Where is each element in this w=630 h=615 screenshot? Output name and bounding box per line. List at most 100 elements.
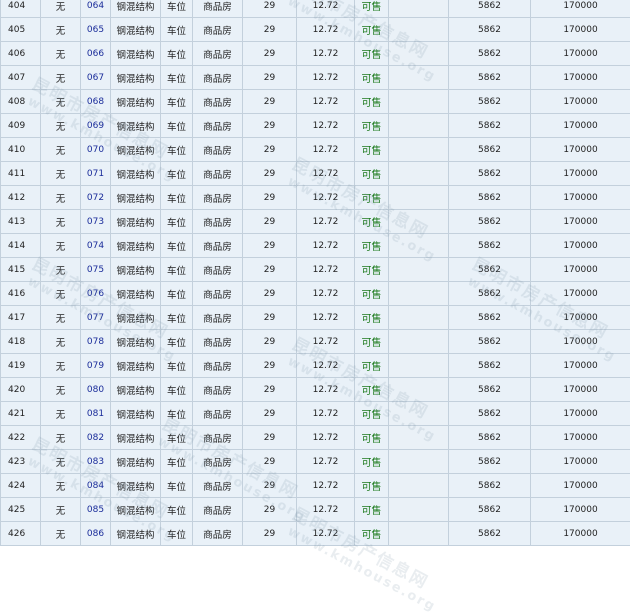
- structure-cell: 钢混结构: [111, 210, 161, 234]
- unit-cell: 无: [41, 138, 81, 162]
- structure-cell: 钢混结构: [111, 450, 161, 474]
- usage-cell: 车位: [161, 0, 193, 18]
- row-number: 411: [1, 162, 41, 186]
- usage-cell: 车位: [161, 186, 193, 210]
- status-cell: 可售: [355, 42, 389, 66]
- room-number-link[interactable]: 071: [81, 162, 111, 186]
- floor-cell: 29: [243, 162, 297, 186]
- room-number-link[interactable]: 081: [81, 402, 111, 426]
- unit-cell: 无: [41, 426, 81, 450]
- floor-cell: 29: [243, 426, 297, 450]
- floor-cell: 29: [243, 330, 297, 354]
- row-number: 404: [1, 0, 41, 18]
- area-cell: 12.72: [297, 426, 355, 450]
- property-type-cell: 商品房: [193, 402, 243, 426]
- total-price-cell: 170000: [531, 282, 630, 306]
- unit-price-cell: 5862: [449, 210, 531, 234]
- table-row: 406无066钢混结构车位商品房2912.72可售5862170000: [1, 42, 630, 66]
- room-number-link[interactable]: 075: [81, 258, 111, 282]
- unit-cell: 无: [41, 306, 81, 330]
- row-number: 416: [1, 282, 41, 306]
- unit-cell: 无: [41, 18, 81, 42]
- room-number-link[interactable]: 082: [81, 426, 111, 450]
- total-price-cell: 170000: [531, 162, 630, 186]
- status-cell: 可售: [355, 18, 389, 42]
- floor-cell: 29: [243, 210, 297, 234]
- usage-cell: 车位: [161, 162, 193, 186]
- room-number-link[interactable]: 072: [81, 186, 111, 210]
- structure-cell: 钢混结构: [111, 498, 161, 522]
- status-cell: 可售: [355, 402, 389, 426]
- usage-cell: 车位: [161, 522, 193, 546]
- blank-cell: [389, 162, 449, 186]
- usage-cell: 车位: [161, 114, 193, 138]
- status-cell: 可售: [355, 114, 389, 138]
- area-cell: 12.72: [297, 402, 355, 426]
- table-body: 404无064钢混结构车位商品房2912.72可售5862170000405无0…: [1, 0, 630, 546]
- row-number: 415: [1, 258, 41, 282]
- structure-cell: 钢混结构: [111, 426, 161, 450]
- status-cell: 可售: [355, 354, 389, 378]
- row-number: 418: [1, 330, 41, 354]
- unit-cell: 无: [41, 0, 81, 18]
- unit-cell: 无: [41, 66, 81, 90]
- area-cell: 12.72: [297, 114, 355, 138]
- usage-cell: 车位: [161, 378, 193, 402]
- unit-price-cell: 5862: [449, 306, 531, 330]
- blank-cell: [389, 234, 449, 258]
- property-type-cell: 商品房: [193, 138, 243, 162]
- total-price-cell: 170000: [531, 66, 630, 90]
- floor-cell: 29: [243, 474, 297, 498]
- room-number-link[interactable]: 076: [81, 282, 111, 306]
- area-cell: 12.72: [297, 282, 355, 306]
- unit-price-cell: 5862: [449, 282, 531, 306]
- room-number-link[interactable]: 067: [81, 66, 111, 90]
- area-cell: 12.72: [297, 450, 355, 474]
- property-type-cell: 商品房: [193, 426, 243, 450]
- structure-cell: 钢混结构: [111, 402, 161, 426]
- room-number-link[interactable]: 079: [81, 354, 111, 378]
- floor-cell: 29: [243, 18, 297, 42]
- floor-cell: 29: [243, 306, 297, 330]
- room-number-link[interactable]: 080: [81, 378, 111, 402]
- row-number: 424: [1, 474, 41, 498]
- area-cell: 12.72: [297, 210, 355, 234]
- total-price-cell: 170000: [531, 90, 630, 114]
- room-number-link[interactable]: 069: [81, 114, 111, 138]
- room-number-link[interactable]: 083: [81, 450, 111, 474]
- row-number: 425: [1, 498, 41, 522]
- row-number: 413: [1, 210, 41, 234]
- property-type-cell: 商品房: [193, 522, 243, 546]
- room-number-link[interactable]: 077: [81, 306, 111, 330]
- room-number-link[interactable]: 070: [81, 138, 111, 162]
- floor-cell: 29: [243, 114, 297, 138]
- total-price-cell: 170000: [531, 306, 630, 330]
- room-number-link[interactable]: 064: [81, 0, 111, 18]
- table-row: 408无068钢混结构车位商品房2912.72可售5862170000: [1, 90, 630, 114]
- room-number-link[interactable]: 086: [81, 522, 111, 546]
- row-number: 409: [1, 114, 41, 138]
- unit-cell: 无: [41, 258, 81, 282]
- room-number-link[interactable]: 068: [81, 90, 111, 114]
- blank-cell: [389, 354, 449, 378]
- floor-cell: 29: [243, 378, 297, 402]
- room-number-link[interactable]: 078: [81, 330, 111, 354]
- area-cell: 12.72: [297, 90, 355, 114]
- room-number-link[interactable]: 073: [81, 210, 111, 234]
- room-number-link[interactable]: 065: [81, 18, 111, 42]
- usage-cell: 车位: [161, 258, 193, 282]
- unit-price-cell: 5862: [449, 378, 531, 402]
- room-number-link[interactable]: 066: [81, 42, 111, 66]
- unit-price-cell: 5862: [449, 42, 531, 66]
- room-number-link[interactable]: 084: [81, 474, 111, 498]
- room-number-link[interactable]: 085: [81, 498, 111, 522]
- property-type-cell: 商品房: [193, 354, 243, 378]
- unit-cell: 无: [41, 90, 81, 114]
- property-type-cell: 商品房: [193, 18, 243, 42]
- area-cell: 12.72: [297, 258, 355, 282]
- floor-cell: 29: [243, 354, 297, 378]
- room-number-link[interactable]: 074: [81, 234, 111, 258]
- unit-price-cell: 5862: [449, 66, 531, 90]
- area-cell: 12.72: [297, 498, 355, 522]
- status-cell: 可售: [355, 474, 389, 498]
